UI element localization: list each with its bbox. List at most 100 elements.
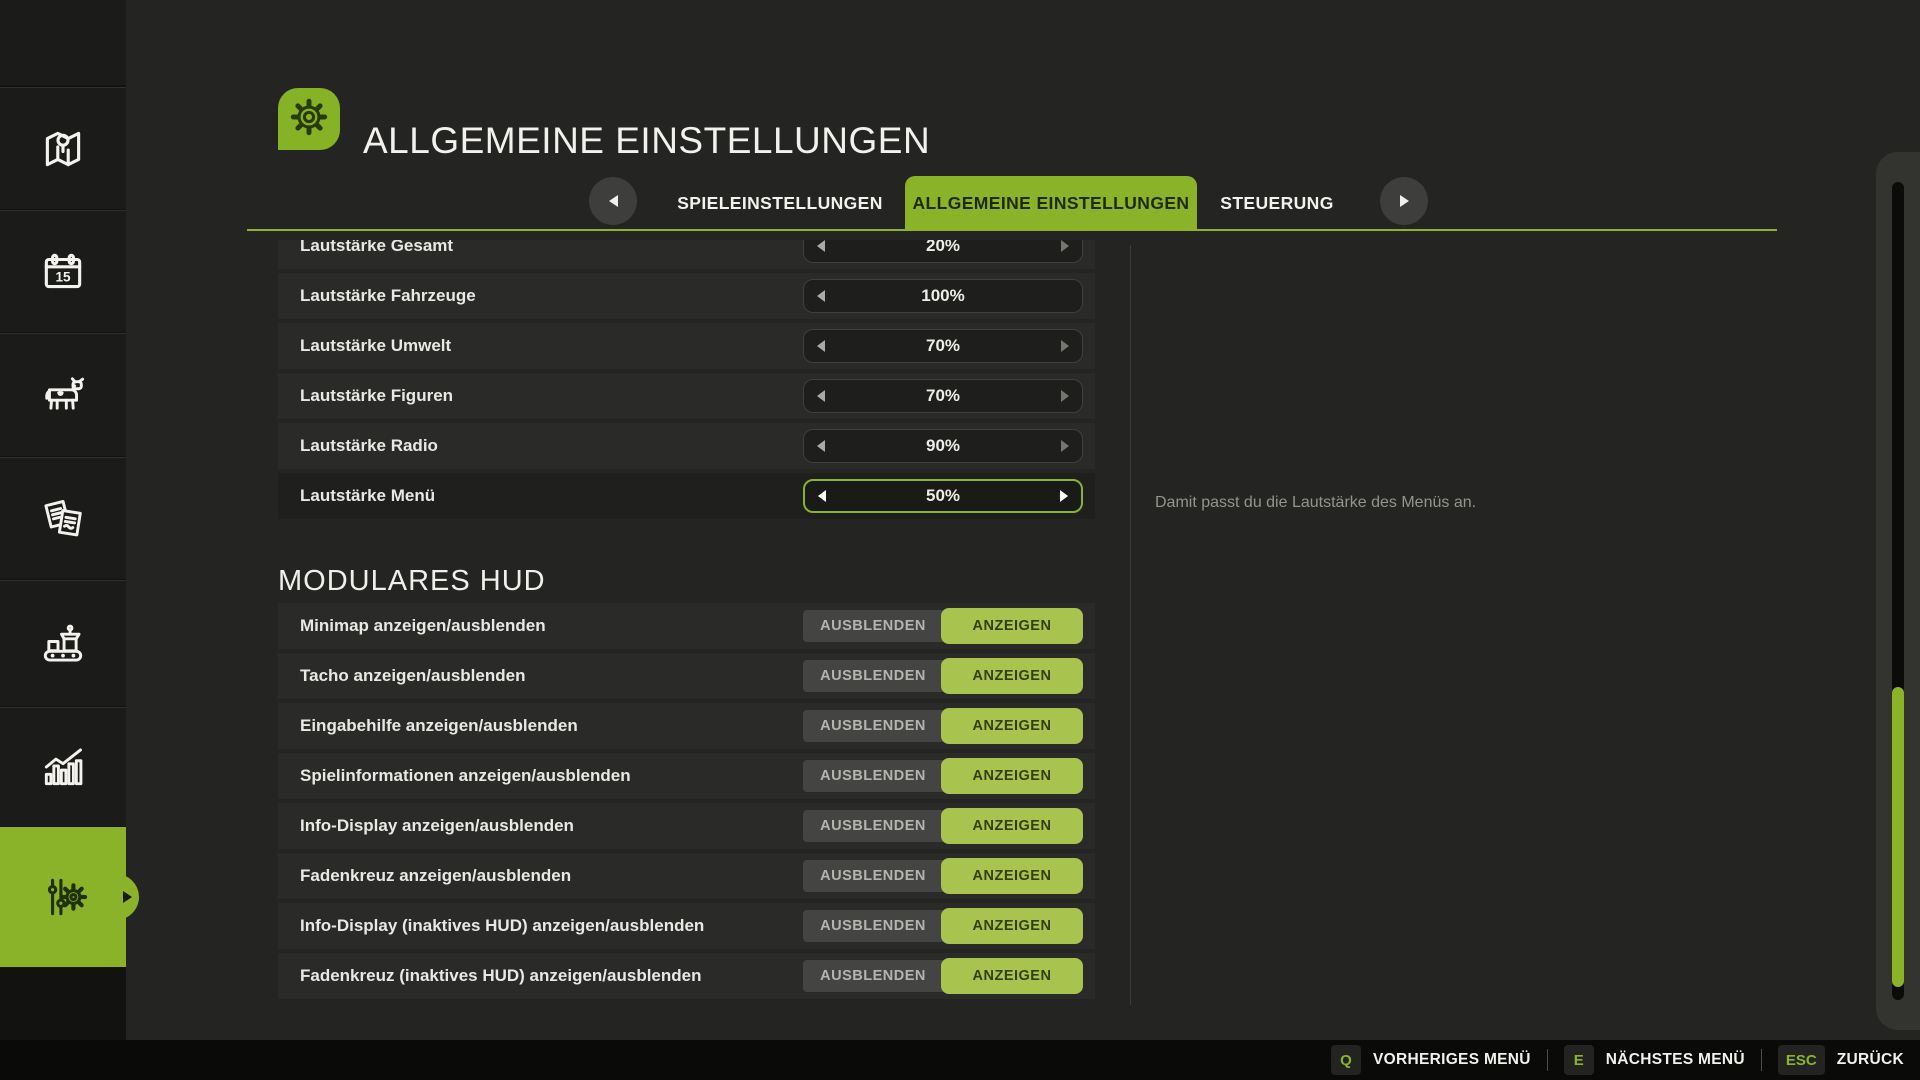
sidebar-item-production[interactable] [0, 580, 126, 706]
page-icon-badge [278, 88, 340, 150]
tab-underline [247, 229, 1777, 231]
show-hide-toggle: AUSBLENDEN ANZEIGEN [803, 958, 1083, 994]
setting-row-tacho[interactable]: Tacho anzeigen/ausblenden AUSBLENDEN ANZ… [278, 653, 1095, 699]
active-item-arrow-icon [123, 891, 132, 903]
stepper-value: 70% [926, 386, 960, 406]
tabs-prev-button[interactable] [589, 177, 637, 225]
hint-label: VORHERIGES MENÜ [1373, 1051, 1531, 1069]
show-button[interactable]: ANZEIGEN [941, 908, 1083, 944]
volume-stepper[interactable]: 100% [803, 279, 1083, 313]
setting-row-minimap[interactable]: Minimap anzeigen/ausblenden AUSBLENDEN A… [278, 603, 1095, 649]
volume-stepper[interactable]: 50% [803, 479, 1083, 513]
back-button[interactable]: ESC ZURÜCK [1778, 1045, 1904, 1075]
sidebar-item-calendar[interactable]: 15 [0, 210, 126, 332]
stepper-value: 50% [926, 486, 960, 506]
setting-label: Fadenkreuz anzeigen/ausblenden [300, 866, 571, 886]
show-hide-toggle: AUSBLENDEN ANZEIGEN [803, 608, 1083, 644]
show-button[interactable]: ANZEIGEN [941, 808, 1083, 844]
hide-button[interactable]: AUSBLENDEN [803, 810, 943, 842]
volume-stepper[interactable]: 90% [803, 429, 1083, 463]
gear-icon [286, 94, 332, 145]
setting-row-lautstaerke-radio[interactable]: Lautstärke Radio 90% [278, 423, 1095, 469]
scrollbar-track[interactable] [1892, 182, 1904, 1000]
setting-row-lautstaerke-menue[interactable]: Lautstärke Menü 50% [278, 473, 1095, 519]
previous-menu-button[interactable]: Q VORHERIGES MENÜ [1331, 1045, 1531, 1075]
show-hide-toggle: AUSBLENDEN ANZEIGEN [803, 658, 1083, 694]
hide-button[interactable]: AUSBLENDEN [803, 610, 943, 642]
page-title: ALLGEMEINE EINSTELLUNGEN [363, 120, 930, 162]
volume-stepper[interactable]: 20% [803, 240, 1083, 263]
stepper-value: 100% [921, 286, 964, 306]
setting-label: Lautstärke Fahrzeuge [300, 286, 476, 306]
show-button[interactable]: ANZEIGEN [941, 958, 1083, 994]
tabs-next-button[interactable] [1380, 177, 1428, 225]
hide-button[interactable]: AUSBLENDEN [803, 760, 943, 792]
decrease-arrow-icon[interactable] [818, 490, 826, 502]
next-menu-button[interactable]: E NÄCHSTES MENÜ [1564, 1045, 1745, 1075]
decrease-arrow-icon[interactable] [817, 290, 825, 302]
hide-button[interactable]: AUSBLENDEN [803, 660, 943, 692]
increase-arrow-icon[interactable] [1061, 240, 1069, 252]
decrease-arrow-icon[interactable] [817, 340, 825, 352]
hide-button[interactable]: AUSBLENDEN [803, 860, 943, 892]
volume-stepper[interactable]: 70% [803, 329, 1083, 363]
setting-row-eingabehilfe[interactable]: Eingabehilfe anzeigen/ausblenden AUSBLEN… [278, 703, 1095, 749]
scrollbar-thumb[interactable] [1892, 687, 1904, 987]
key-q-badge: Q [1331, 1045, 1361, 1075]
hint-label: NÄCHSTES MENÜ [1606, 1051, 1745, 1069]
setting-row-spielinformationen[interactable]: Spielinformationen anzeigen/ausblenden A… [278, 753, 1095, 799]
show-hide-toggle: AUSBLENDEN ANZEIGEN [803, 858, 1083, 894]
tab-steuerung[interactable]: STEUERUNG [1197, 176, 1357, 230]
section-heading: MODULARES HUD [278, 565, 546, 598]
hint-label: ZURÜCK [1837, 1051, 1904, 1069]
setting-label: Lautstärke Menü [300, 486, 435, 506]
stepper-value: 70% [926, 336, 960, 356]
map-icon [38, 124, 88, 174]
setting-label: Eingabehilfe anzeigen/ausblenden [300, 716, 578, 736]
sidebar-item-statistics[interactable] [0, 707, 126, 826]
show-button[interactable]: ANZEIGEN [941, 608, 1083, 644]
setting-row-info-display[interactable]: Info-Display anzeigen/ausblenden AUSBLEN… [278, 803, 1095, 849]
hud-settings-list: Minimap anzeigen/ausblenden AUSBLENDEN A… [278, 603, 1095, 1003]
active-item-bump [93, 874, 139, 920]
hint-separator [1547, 1049, 1548, 1071]
hide-button[interactable]: AUSBLENDEN [803, 910, 943, 942]
volume-settings-list: Lautstärke Gesamt 20% Lautstärke Fahrzeu… [278, 240, 1095, 523]
stepper-value: 90% [926, 436, 960, 456]
sidebar: 15 [0, 0, 126, 1040]
tab-spieleinstellungen[interactable]: SPIELEINSTELLUNGEN [655, 176, 905, 230]
show-button[interactable]: ANZEIGEN [941, 658, 1083, 694]
increase-arrow-icon[interactable] [1061, 340, 1069, 352]
setting-row-lautstaerke-umwelt[interactable]: Lautstärke Umwelt 70% [278, 323, 1095, 369]
settings-screen: 15 [0, 0, 1920, 1080]
show-hide-toggle: AUSBLENDEN ANZEIGEN [803, 708, 1083, 744]
documents-icon [38, 494, 88, 544]
increase-arrow-icon[interactable] [1061, 440, 1069, 452]
show-button[interactable]: ANZEIGEN [941, 708, 1083, 744]
sidebar-item-map[interactable] [0, 87, 126, 209]
sidebar-item-animals[interactable] [0, 333, 126, 456]
sidebar-item-contracts[interactable] [0, 457, 126, 579]
show-button[interactable]: ANZEIGEN [941, 858, 1083, 894]
setting-row-info-display-inaktiv[interactable]: Info-Display (inaktives HUD) anzeigen/au… [278, 903, 1095, 949]
scrollbar[interactable] [1876, 152, 1920, 1030]
sidebar-item-settings[interactable] [0, 827, 126, 967]
decrease-arrow-icon[interactable] [817, 240, 825, 252]
increase-arrow-icon[interactable] [1060, 490, 1068, 502]
increase-arrow-icon[interactable] [1061, 390, 1069, 402]
setting-row-fadenkreuz[interactable]: Fadenkreuz anzeigen/ausblenden AUSBLENDE… [278, 853, 1095, 899]
sidebar-spacer [0, 0, 126, 85]
hide-button[interactable]: AUSBLENDEN [803, 710, 943, 742]
decrease-arrow-icon[interactable] [817, 440, 825, 452]
tab-allgemeine-einstellungen[interactable]: ALLGEMEINE EINSTELLUNGEN [905, 176, 1197, 230]
bottom-bar: Q VORHERIGES MENÜ E NÄCHSTES MENÜ ESC ZU… [0, 1040, 1920, 1080]
setting-row-fadenkreuz-inaktiv[interactable]: Fadenkreuz (inaktives HUD) anzeigen/ausb… [278, 953, 1095, 999]
hide-button[interactable]: AUSBLENDEN [803, 960, 943, 992]
decrease-arrow-icon[interactable] [817, 390, 825, 402]
setting-row-lautstaerke-figuren[interactable]: Lautstärke Figuren 70% [278, 373, 1095, 419]
setting-row-lautstaerke-gesamt[interactable]: Lautstärke Gesamt 20% [278, 240, 1095, 269]
show-button[interactable]: ANZEIGEN [941, 758, 1083, 794]
setting-row-lautstaerke-fahrzeuge[interactable]: Lautstärke Fahrzeuge 100% [278, 273, 1095, 319]
stepper-value: 20% [926, 240, 960, 256]
volume-stepper[interactable]: 70% [803, 379, 1083, 413]
